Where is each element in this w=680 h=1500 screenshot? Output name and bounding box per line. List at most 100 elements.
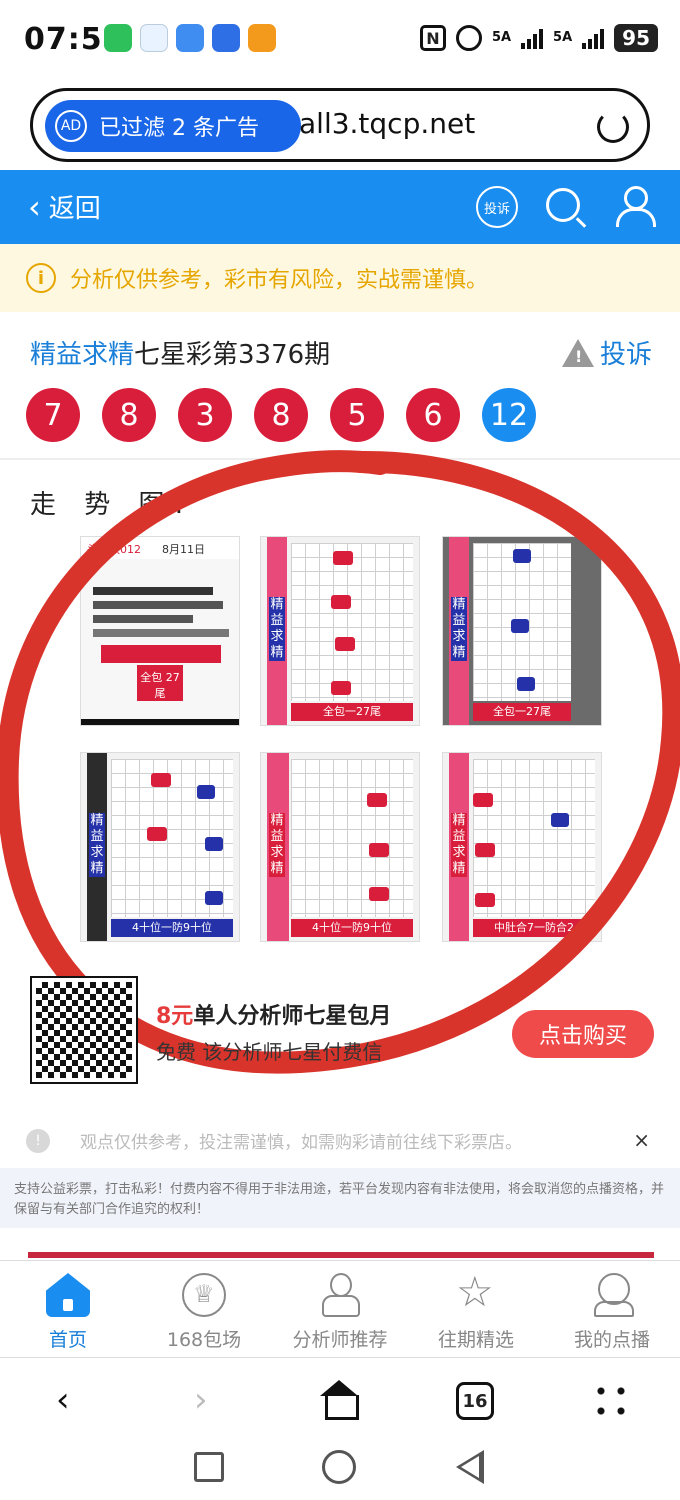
signal-bars-icon xyxy=(582,27,605,49)
tab-past-picks[interactable]: 往期精选 xyxy=(408,1267,544,1352)
thumbnail-caption: 4十位一防9十位 xyxy=(111,919,233,937)
thumbnail-side-label: 精益求精 xyxy=(269,597,285,661)
promo-title: 8元单人分析师七星包月 xyxy=(156,1004,392,1029)
ad-filter-text: 已过滤 2 条广告 xyxy=(99,116,259,141)
disclaimer-text: 观点仅供参考，投注需谨慎，如需购彩请前往线下彩票店。 xyxy=(80,1133,522,1153)
status-right: N 5A 5A 95 xyxy=(419,24,658,52)
buy-button[interactable]: 点击购买 xyxy=(512,1010,654,1058)
tab-label: 往期精选 xyxy=(437,1329,514,1351)
disclaimer-banner: ! 观点仅供参考，投注需谨慎，如需购彩请前往线下彩票店。 × xyxy=(26,1128,656,1153)
tab-label: 168包场 xyxy=(166,1329,242,1351)
thumbnail-side-label: 精益求精 xyxy=(451,813,467,877)
back-triangle-icon[interactable] xyxy=(456,1450,484,1484)
page-title: 精益求精七星彩第3376期 xyxy=(30,334,330,371)
address-bar[interactable]: AD 已过滤 2 条广告 all3.tqcp.net xyxy=(30,88,650,162)
number-ball: 5 xyxy=(330,388,384,442)
tab-168-package[interactable]: 168包场 xyxy=(136,1273,272,1352)
trend-thumbnail-6[interactable]: 精益求精 中肚合7一防合2 xyxy=(442,752,602,942)
menu-dots-icon[interactable] xyxy=(596,1386,626,1416)
home-app-icon xyxy=(140,24,168,52)
user-icon[interactable] xyxy=(616,186,656,227)
thumbnail-caption: 全包一27尾 xyxy=(473,703,571,721)
result-balls: 7 8 3 8 5 6 12 xyxy=(26,388,536,442)
signal-label-2: 5A xyxy=(553,30,573,45)
info-icon: i xyxy=(26,263,56,293)
tab-my-orders[interactable]: 我的点播 xyxy=(544,1273,680,1352)
trend-thumbnail-2[interactable]: 精益求精 全包一27尾 xyxy=(260,536,420,726)
promo-price: 8元 xyxy=(156,1004,194,1029)
risk-notice: i 分析仅供参考，彩市有风险，实战需谨慎。 xyxy=(0,244,680,312)
thumbnail-caption: 中肚合7一防合2 xyxy=(473,919,595,937)
complain-icon[interactable]: 投诉 xyxy=(476,186,518,228)
star-icon xyxy=(454,1267,498,1317)
weather-icon xyxy=(176,24,204,52)
bottom-tab-bar: 首页 168包场 分析师推荐 往期精选 我的点播 xyxy=(0,1260,680,1358)
app-icon xyxy=(248,24,276,52)
report-button[interactable]: ! 投诉 xyxy=(561,334,652,371)
tab-label: 我的点播 xyxy=(573,1329,650,1351)
browser-back-button[interactable]: ‹ xyxy=(56,1380,70,1420)
home-circle-icon[interactable] xyxy=(322,1450,356,1484)
user-icon xyxy=(590,1273,634,1317)
back-button[interactable]: ‹ 返回 xyxy=(28,188,101,225)
thumbnail-badge: 全包 27尾 xyxy=(137,665,183,701)
promo-subtitle: 免费 该分析师七星付费信 xyxy=(156,1040,383,1064)
number-ball: 8 xyxy=(102,388,156,442)
signal-label-1: 5A xyxy=(491,30,512,45)
alarm-icon xyxy=(455,25,482,51)
notice-text: 分析仅供参考，彩市有风险，实战需谨慎。 xyxy=(70,268,489,293)
ad-icon: AD xyxy=(55,110,87,142)
home-icon xyxy=(46,1273,90,1317)
trend-thumbnail-3[interactable]: 精益求精 全包一27尾 xyxy=(442,536,602,726)
chevron-left-icon: ‹ xyxy=(28,187,41,226)
thumbnail-side-label: 精益求精 xyxy=(451,597,467,661)
thumbnail-side-label: 精益求精 xyxy=(89,813,105,877)
analyst-icon xyxy=(318,1273,362,1317)
trend-thumbnail-5[interactable]: 精益求精 4十位一防9十位 xyxy=(260,752,420,942)
ad-banner-edge xyxy=(28,1252,654,1258)
trend-chart-label: 走 势 图: xyxy=(30,490,194,520)
number-ball: 8 xyxy=(254,388,308,442)
issue-title: 七星彩第3376期 xyxy=(134,340,331,370)
analyst-name[interactable]: 精益求精 xyxy=(30,340,134,370)
tab-analyst-recommend[interactable]: 分析师推荐 xyxy=(272,1273,408,1352)
search-icon[interactable] xyxy=(546,188,580,222)
tab-label: 分析师推荐 xyxy=(292,1329,388,1351)
tab-home[interactable]: 首页 xyxy=(0,1273,136,1352)
number-ball: 7 xyxy=(26,388,80,442)
report-label: 投诉 xyxy=(599,340,652,370)
status-bar: 07:51 N 5A 5A 95 xyxy=(0,0,680,80)
qr-code xyxy=(30,976,138,1084)
thumbnail-caption: 全包一27尾 xyxy=(291,703,413,721)
wechat-icon xyxy=(104,24,132,52)
tab-count-button[interactable]: 16 xyxy=(456,1382,494,1420)
back-label: 返回 xyxy=(48,194,101,224)
page-header: ‹ 返回 投诉 xyxy=(0,170,680,244)
thumbnail-header: 头尾数012 8月11日 xyxy=(81,537,239,559)
thumbnail-side-label: 精益求精 xyxy=(269,813,285,877)
trend-thumbnail-1[interactable]: 头尾数012 8月11日 全包 27尾 xyxy=(80,536,240,726)
divider xyxy=(0,458,680,460)
trend-thumbnail-4[interactable]: 精益求精 4十位一防9十位 xyxy=(80,752,240,942)
browser-home-icon[interactable] xyxy=(318,1380,360,1420)
thumbnail-caption: 4十位一防9十位 xyxy=(291,919,413,937)
system-nav-bar xyxy=(0,1440,680,1500)
url-text[interactable]: all3.tqcp.net xyxy=(299,107,475,140)
browser-toolbar: ‹ › 16 xyxy=(0,1360,680,1440)
reload-icon[interactable] xyxy=(597,111,629,143)
lightbulb-icon xyxy=(212,24,240,52)
close-icon[interactable]: × xyxy=(633,1128,650,1152)
signal-bars-icon xyxy=(521,27,544,49)
special-number-ball: 12 xyxy=(482,388,536,442)
info-icon: ! xyxy=(26,1128,50,1153)
nfc-icon: N xyxy=(419,25,446,51)
number-ball: 3 xyxy=(178,388,232,442)
number-ball: 6 xyxy=(406,388,460,442)
status-app-icons xyxy=(104,24,276,52)
browser-forward-button[interactable]: › xyxy=(194,1380,208,1420)
legal-notice: 支持公益彩票，打击私彩！付费内容不得用于非法用途，若平台发现内容有非法使用，将会… xyxy=(0,1168,680,1228)
crown-icon xyxy=(182,1273,226,1317)
warning-icon: ! xyxy=(561,338,594,367)
recent-apps-icon[interactable] xyxy=(194,1452,224,1482)
ad-filter-badge[interactable]: AD 已过滤 2 条广告 xyxy=(45,100,301,152)
